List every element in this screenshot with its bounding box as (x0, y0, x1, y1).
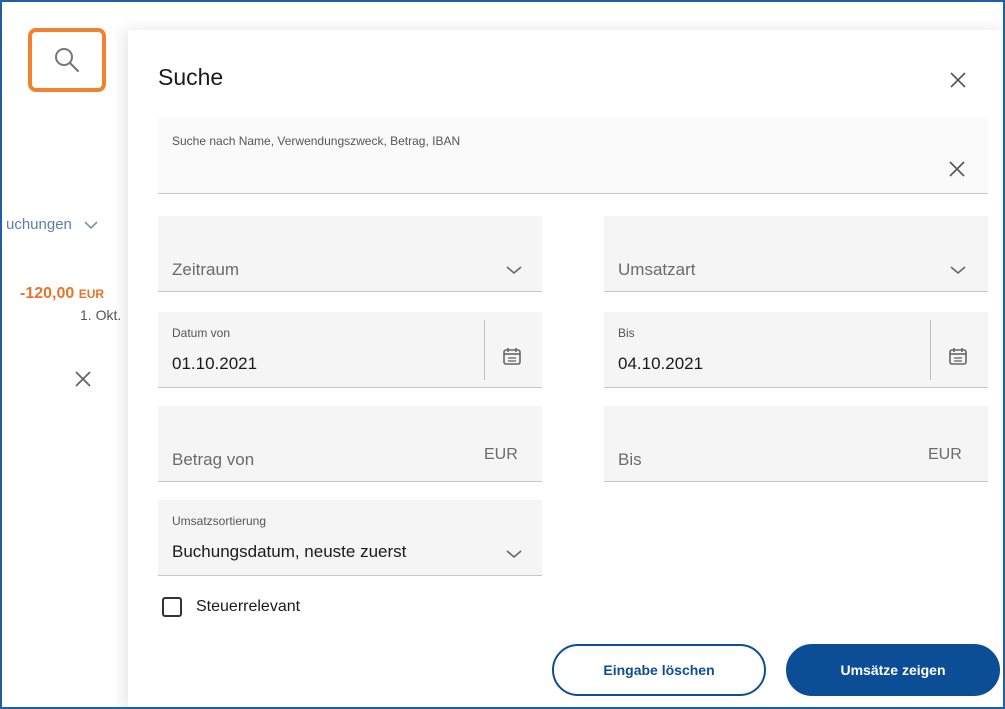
search-field[interactable]: Suche nach Name, Verwendungszweck, Betra… (158, 118, 988, 194)
search-icon (55, 48, 80, 73)
amount-to-currency: EUR (928, 446, 962, 463)
panel-close-button[interactable] (948, 70, 968, 95)
date-to-value: 04.10.2021 (618, 354, 704, 373)
close-icon (949, 161, 965, 177)
period-select[interactable]: Zeitraum (158, 216, 542, 292)
background-close-button[interactable] (74, 370, 92, 393)
date-to-field[interactable]: Bis 04.10.2021 (604, 312, 988, 388)
amount-from-placeholder: Betrag von (172, 450, 255, 469)
period-chevron (506, 262, 522, 280)
search-field-label: Suche nach Name, Verwendungszweck, Betra… (172, 134, 461, 148)
amount-currency: EUR (78, 287, 105, 301)
chevron-down-icon (950, 266, 966, 275)
date-from-divider (484, 320, 485, 380)
close-icon (950, 72, 966, 88)
amount-from-currency: EUR (484, 446, 518, 463)
chevron-down-icon (506, 550, 522, 559)
date-to-label: Bis (618, 326, 635, 340)
search-button[interactable] (28, 28, 106, 92)
show-transactions-button[interactable]: Umsätze zeigen (786, 644, 1000, 696)
date-to-calendar-button[interactable] (948, 346, 968, 371)
date-to-divider (930, 320, 931, 380)
transaction-type-select[interactable]: Umsatzart (604, 216, 988, 292)
tax-relevant-label: Steuerrelevant (196, 598, 301, 615)
clear-search-button[interactable] (948, 160, 966, 183)
transaction-type-placeholder: Umsatzart (618, 260, 696, 279)
sort-value: Buchungsdatum, neuste zuerst (172, 542, 407, 561)
amount-to-placeholder: Bis (618, 450, 642, 469)
bookings-link-label: uchungen (6, 216, 72, 233)
calendar-icon (949, 348, 967, 365)
date-from-field[interactable]: Datum von 01.10.2021 (158, 312, 542, 388)
amount-from-field[interactable]: Betrag von EUR (158, 406, 542, 482)
amount-to-field[interactable]: Bis EUR (604, 406, 988, 482)
transaction-date: 1. Okt. (80, 307, 122, 323)
app-frame: uchungen -120,00 EUR 1. Okt. Suche Suche… (0, 0, 1005, 709)
sort-chevron (506, 546, 522, 564)
transaction-type-chevron (950, 262, 966, 280)
tax-relevant-checkbox[interactable] (162, 597, 182, 617)
date-from-value: 01.10.2021 (172, 354, 258, 373)
calendar-icon (503, 348, 521, 365)
search-panel: Suche Suche nach Name, Verwendungszweck,… (128, 30, 1003, 707)
transaction-amount: -120,00 EUR (20, 285, 104, 303)
sort-select[interactable]: Umsatzsortierung Buchungsdatum, neuste z… (158, 500, 542, 576)
chevron-down-icon (506, 266, 522, 275)
close-icon (75, 371, 91, 387)
bookings-filter-link[interactable]: uchungen (6, 216, 98, 233)
sort-label: Umsatzsortierung (172, 514, 267, 528)
panel-title: Suche (158, 64, 224, 90)
period-placeholder: Zeitraum (172, 260, 240, 279)
date-from-calendar-button[interactable] (502, 346, 522, 371)
date-from-label: Datum von (172, 326, 231, 340)
clear-input-button[interactable]: Eingabe löschen (552, 644, 766, 696)
chevron-down-icon (84, 220, 98, 229)
amount-value: -120,00 (20, 285, 75, 302)
